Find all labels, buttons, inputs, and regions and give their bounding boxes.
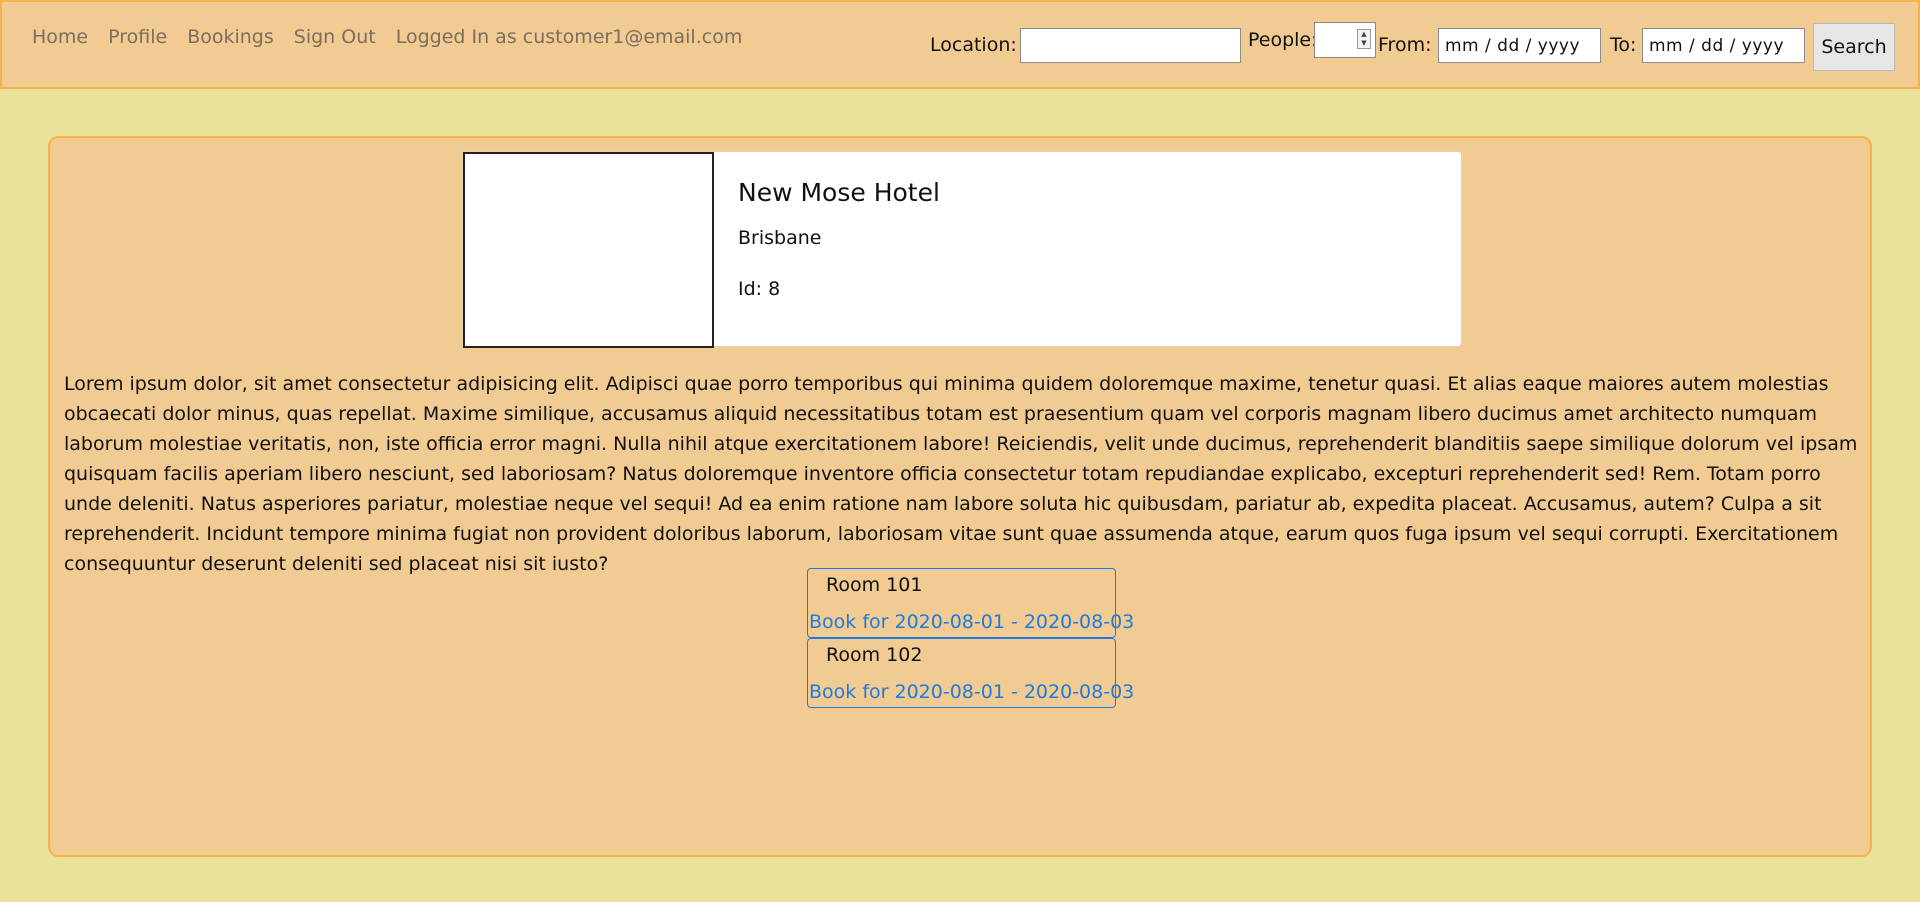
- room-name: Room 102: [826, 644, 923, 666]
- hotel-image: [463, 152, 714, 348]
- to-date-input[interactable]: mm / dd / yyyy: [1642, 28, 1805, 63]
- from-date-placeholder: mm / dd / yyyy: [1445, 35, 1581, 56]
- nav-bookings-link[interactable]: Bookings: [187, 26, 274, 48]
- top-navbar: Home Profile Bookings Sign Out Logged In…: [0, 0, 1920, 89]
- room-name: Room 101: [826, 574, 923, 596]
- nav-links: Home Profile Bookings Sign Out Logged In…: [32, 26, 742, 48]
- hotel-card: New Mose Hotel Brisbane Id: 8: [462, 151, 1462, 348]
- hotel-location: Brisbane: [738, 227, 822, 249]
- people-input[interactable]: ▲ ▼: [1314, 22, 1376, 58]
- hotel-description: Lorem ipsum dolor, sit amet consectetur …: [64, 373, 1858, 575]
- room-card: Room 102 Book for 2020-08-01 - 2020-08-0…: [807, 638, 1134, 708]
- hotel-name: New Mose Hotel: [738, 178, 940, 207]
- room-card: Room 101 Book for 2020-08-01 - 2020-08-0…: [807, 568, 1134, 638]
- nav-home-link[interactable]: Home: [32, 26, 88, 48]
- nav-profile-link[interactable]: Profile: [108, 26, 167, 48]
- to-date-placeholder: mm / dd / yyyy: [1649, 35, 1785, 56]
- from-label: From:: [1378, 34, 1432, 56]
- book-room-link[interactable]: Book for 2020-08-01 - 2020-08-03: [809, 681, 1134, 703]
- book-room-link[interactable]: Book for 2020-08-01 - 2020-08-03: [809, 611, 1134, 633]
- hotel-id: Id: 8: [738, 278, 781, 300]
- to-label: To:: [1610, 34, 1637, 56]
- from-date-input[interactable]: mm / dd / yyyy: [1438, 28, 1601, 63]
- location-label: Location:: [930, 34, 1017, 56]
- nav-sign-out-link[interactable]: Sign Out: [294, 26, 376, 48]
- logged-in-status: Logged In as customer1@email.com: [395, 26, 743, 48]
- hotel-detail-panel: New Mose Hotel Brisbane Id: 8 Lorem ipsu…: [48, 136, 1872, 857]
- spinner-arrows-icon[interactable]: ▲ ▼: [1357, 29, 1371, 49]
- people-label: People:: [1248, 29, 1318, 51]
- location-input[interactable]: [1020, 28, 1241, 63]
- search-button[interactable]: Search: [1813, 23, 1895, 71]
